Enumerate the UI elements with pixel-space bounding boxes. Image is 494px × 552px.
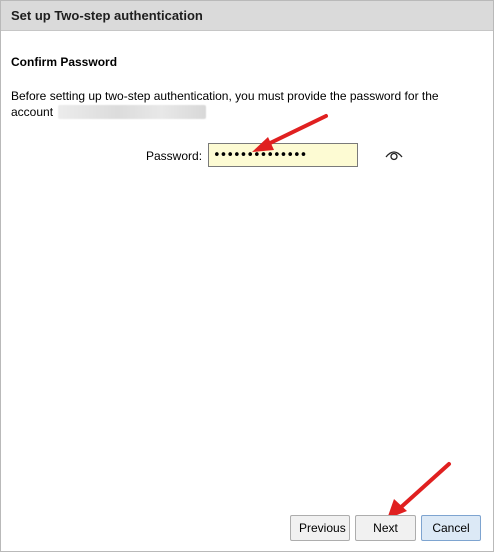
dialog-title: Set up Two-step authentication <box>1 1 493 31</box>
dialog-footer: Previous Next Cancel <box>290 515 481 541</box>
show-password-eye-icon[interactable] <box>385 145 403 165</box>
password-label: Password: <box>146 149 203 163</box>
description-text: Before setting up two-step authenticatio… <box>11 88 461 120</box>
redacted-account-name <box>58 105 207 119</box>
previous-button[interactable]: Previous <box>290 515 350 541</box>
password-field[interactable] <box>208 143 403 167</box>
next-button[interactable]: Next <box>355 515 416 541</box>
two-step-setup-dialog: Set up Two-step authentication Confirm P… <box>0 0 494 552</box>
cancel-button[interactable]: Cancel <box>421 515 481 541</box>
password-input[interactable] <box>209 146 385 164</box>
section-heading: Confirm Password <box>11 55 118 69</box>
